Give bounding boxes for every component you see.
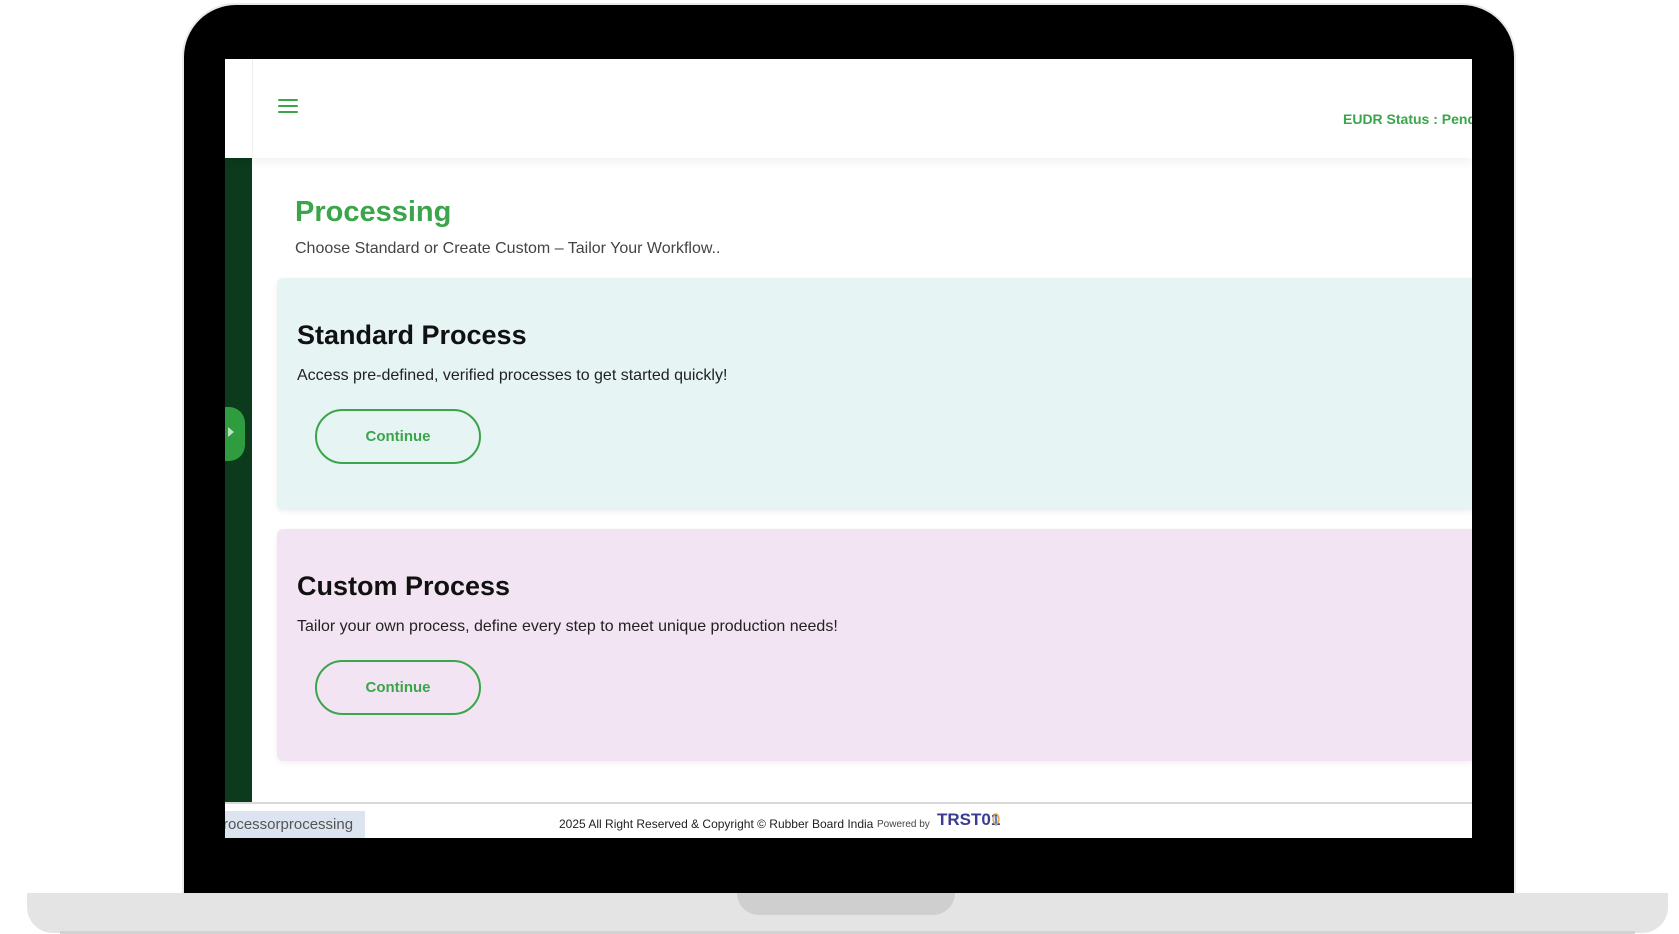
chevron-right-icon <box>228 427 234 437</box>
page-header: Processing Choose Standard or Create Cus… <box>255 196 1472 266</box>
eudr-status-label: EUDR Status : Pendi <box>1343 111 1472 127</box>
footer-copyright: 2025 All Right Reserved & Copyright © Ru… <box>559 817 874 831</box>
laptop-notch <box>737 893 955 915</box>
app-screen: EUDR Status : Pendi Processing Choose St… <box>225 59 1472 838</box>
topbar-divider <box>252 59 253 158</box>
top-navbar: EUDR Status : Pendi <box>225 59 1472 158</box>
card-description: Access pre-defined, verified processes t… <box>297 367 728 384</box>
custom-continue-button[interactable]: Continue <box>315 660 481 715</box>
sidebar <box>225 158 252 810</box>
status-bar-url-text: rocessorprocessing <box>225 816 354 833</box>
page-subtitle: Choose Standard or Create Custom – Tailo… <box>295 240 721 257</box>
card-title: Standard Process <box>297 320 527 350</box>
hamburger-menu-icon[interactable] <box>278 99 298 115</box>
card-title: Custom Process <box>297 571 511 601</box>
standard-continue-button[interactable]: Continue <box>315 409 481 464</box>
page-title: Processing <box>295 196 452 228</box>
leaf-icon <box>992 813 1000 826</box>
footer: 2025 All Right Reserved & Copyright © Ru… <box>225 802 1472 838</box>
status-bar-url: rocessorprocessing <box>225 811 366 838</box>
powered-by-label: Powered by <box>877 819 930 830</box>
sidebar-toggle-button[interactable] <box>225 407 245 461</box>
standard-process-card: Standard Process Access pre-defined, ver… <box>277 278 1472 510</box>
card-description: Tailor your own process, define every st… <box>297 618 838 635</box>
custom-process-card: Custom Process Tailor your own process, … <box>277 529 1472 761</box>
